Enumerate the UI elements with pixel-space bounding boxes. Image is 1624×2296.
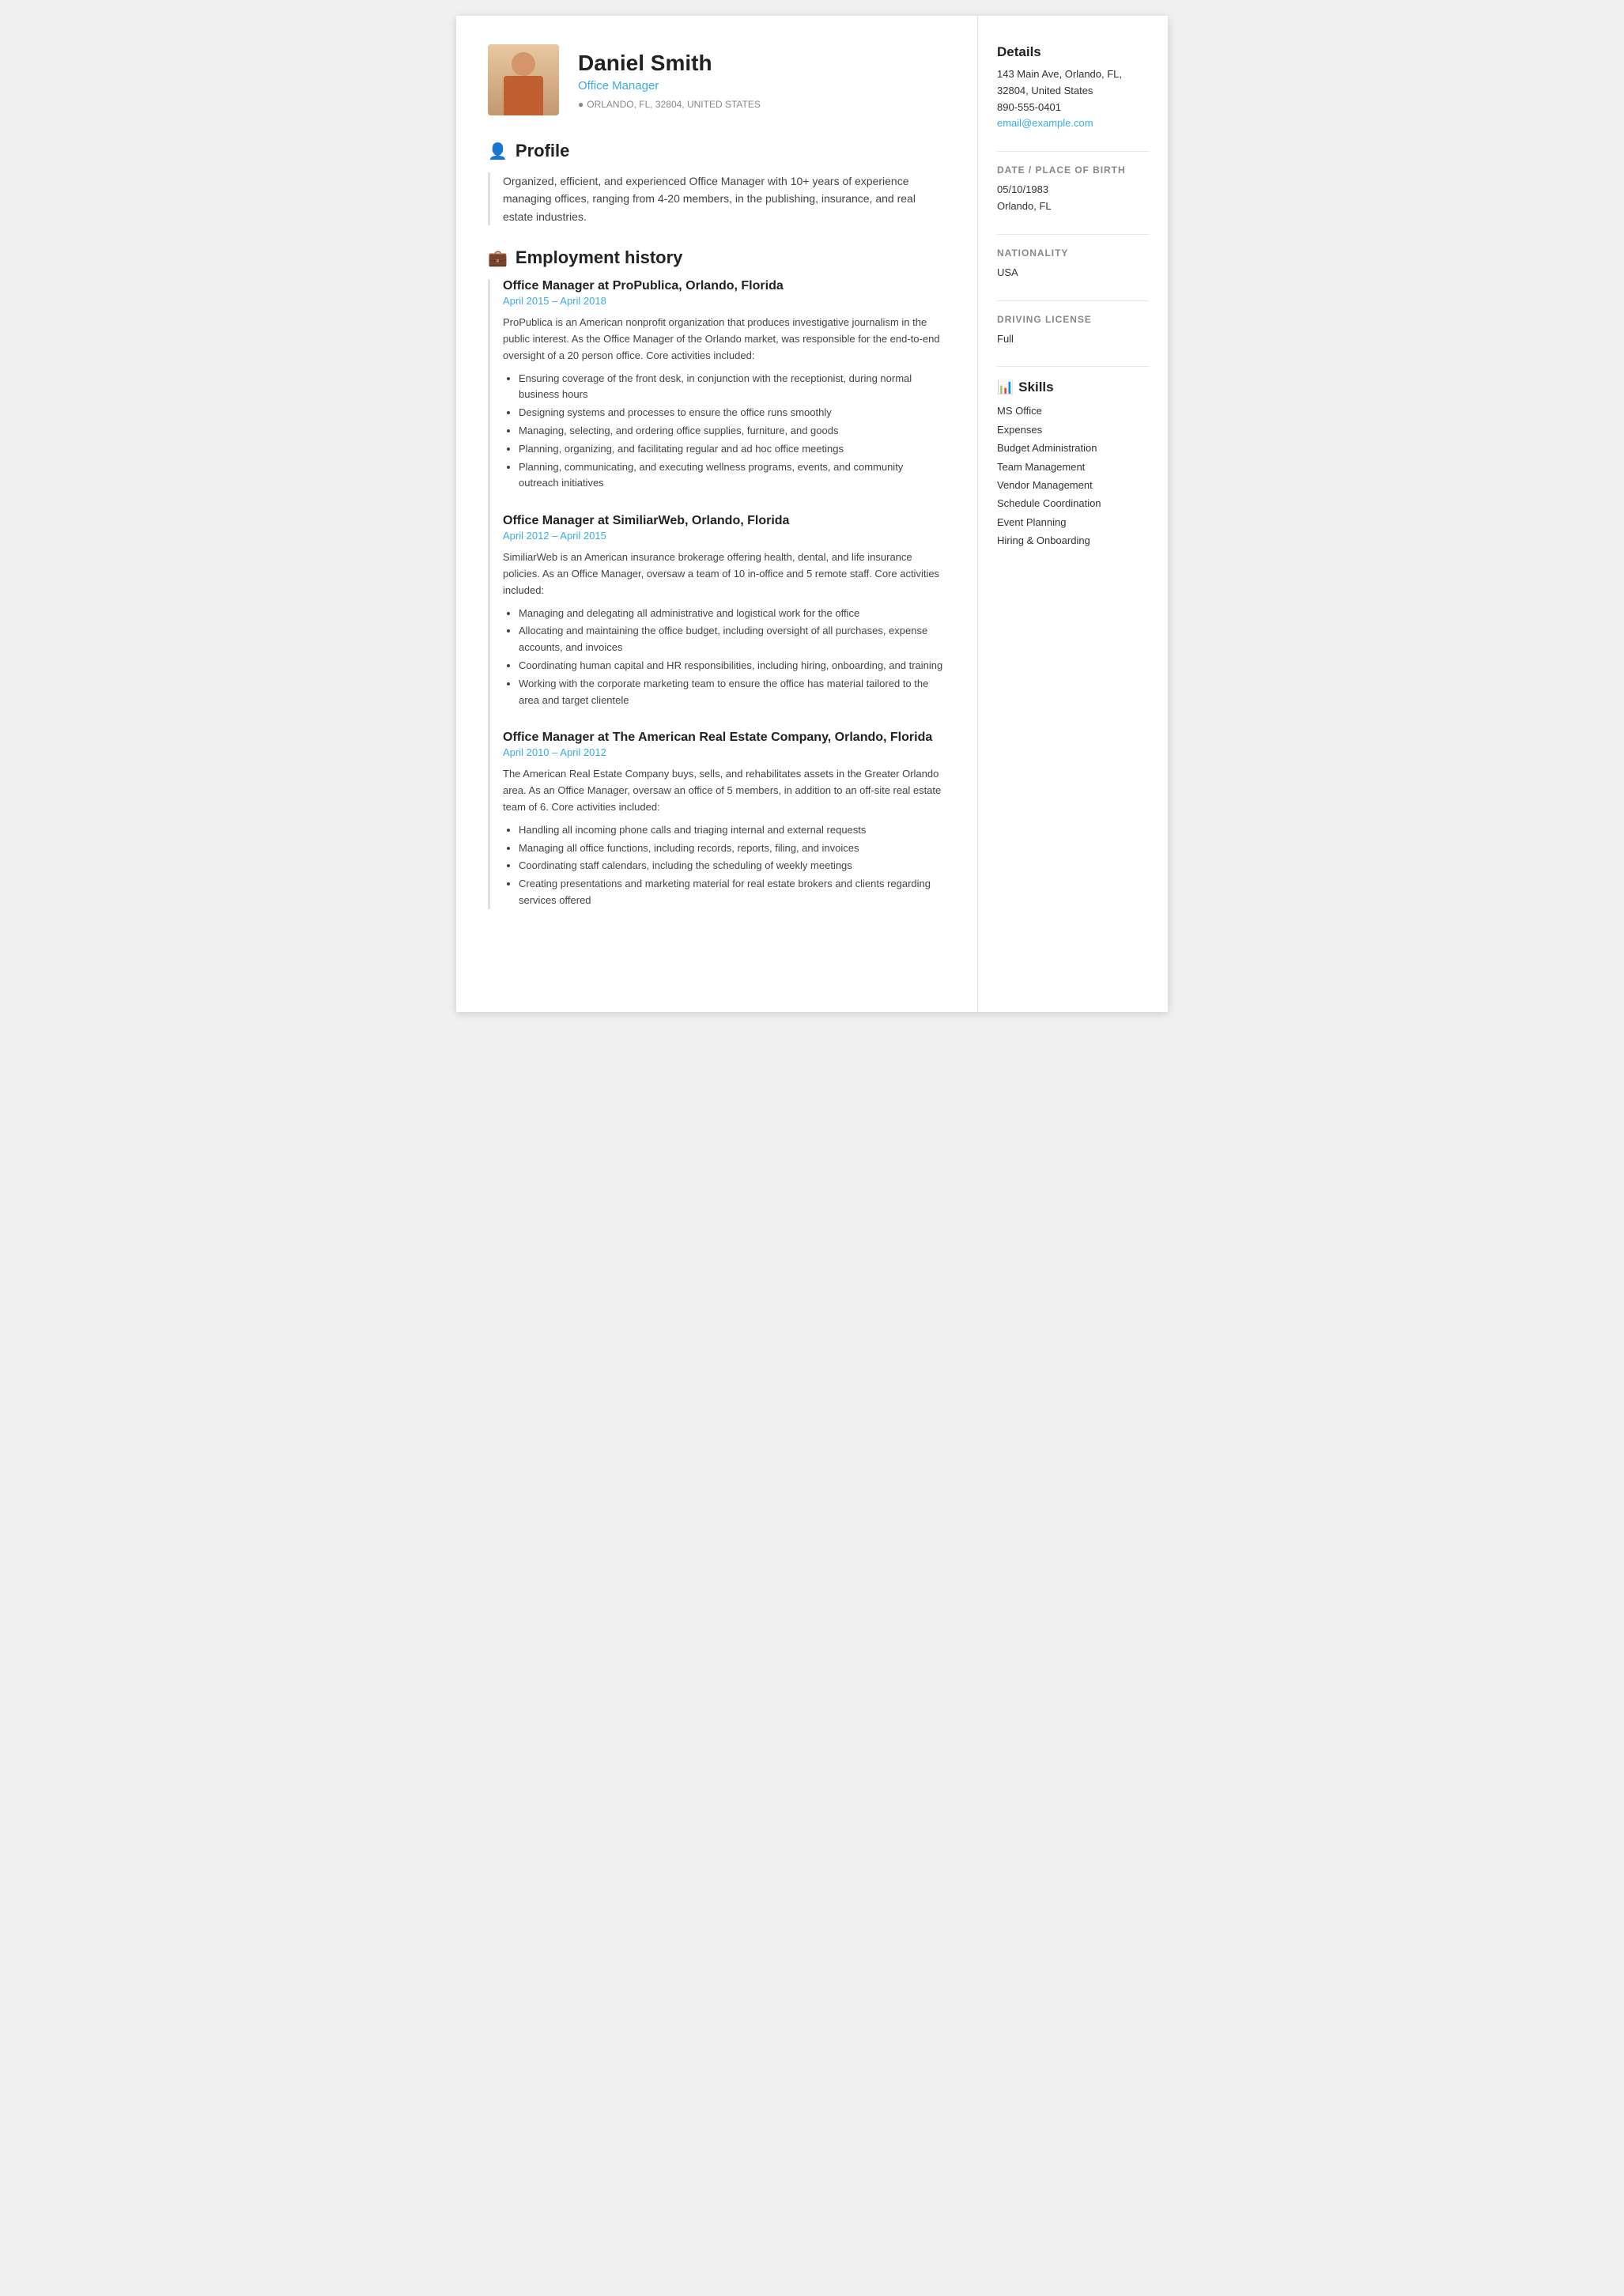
skills-title: 📊 Skills [997,380,1149,395]
candidate-location: ● ORLANDO, FL, 32804, UNITED STATES [578,99,946,110]
bullet-item: Planning, communicating, and executing w… [519,459,946,493]
location-pin-icon: ● [578,99,584,110]
job-dates-3: April 2010 – April 2012 [503,746,946,758]
skill-8: Hiring & Onboarding [997,531,1149,549]
job-dates-1: April 2015 – April 2018 [503,295,946,307]
resume-document: Daniel Smith Office Manager ● ORLANDO, F… [456,16,1168,1012]
bullet-item: Coordinating staff calendars, including … [519,858,946,874]
divider-4 [997,366,1149,367]
divider-1 [997,151,1149,152]
email: email@example.com [997,115,1149,132]
job-desc-2: SimiliarWeb is an American insurance bro… [503,549,946,599]
dob-section: DATE / PLACE OF BIRTH 05/10/1983 Orlando… [997,164,1149,215]
job-entry-2: Office Manager at SimiliarWeb, Orlando, … [503,514,946,708]
bullet-item: Ensuring coverage of the front desk, in … [519,371,946,404]
sidebar-column: Details 143 Main Ave, Orlando, FL, 32804… [978,16,1168,1012]
job-bullets-1: Ensuring coverage of the front desk, in … [503,371,946,493]
job-title-3: Office Manager at The American Real Esta… [503,731,946,745]
bullet-item: Managing all office functions, including… [519,840,946,857]
skills-bar-icon: 📊 [997,380,1014,395]
skill-1: MS Office [997,402,1149,420]
skill-3: Budget Administration [997,439,1149,457]
job-dates-2: April 2012 – April 2015 [503,530,946,542]
job-entry-1: Office Manager at ProPublica, Orlando, F… [503,279,946,492]
bullet-item: Managing, selecting, and ordering office… [519,423,946,440]
phone: 890-555-0401 [997,100,1149,116]
driving-value: Full [997,331,1149,348]
driving-section: DRIVING LICENSE Full [997,314,1149,348]
profile-text: Organized, efficient, and experienced Of… [503,172,946,225]
skill-5: Vendor Management [997,476,1149,494]
bullet-item: Creating presentations and marketing mat… [519,876,946,909]
nationality-value: USA [997,265,1149,281]
resume-header: Daniel Smith Office Manager ● ORLANDO, F… [488,44,946,115]
profile-icon: 👤 [488,142,508,161]
job-bullets-2: Managing and delegating all administrati… [503,606,946,709]
skill-7: Event Planning [997,513,1149,531]
skill-6: Schedule Coordination [997,494,1149,512]
candidate-name: Daniel Smith [578,51,946,76]
divider-3 [997,300,1149,301]
nationality-section: NATIONALITY USA [997,247,1149,281]
employment-section: 💼 Employment history Office Manager at P… [488,247,946,909]
skill-4: Team Management [997,458,1149,476]
job-bullets-3: Handling all incoming phone calls and tr… [503,822,946,909]
avatar [488,44,559,115]
candidate-job-title: Office Manager [578,79,946,93]
bullet-item: Allocating and maintaining the office bu… [519,623,946,656]
address: 143 Main Ave, Orlando, FL, 32804, United… [997,66,1149,100]
briefcase-icon: 💼 [488,248,508,268]
nationality-label: NATIONALITY [997,247,1149,259]
employment-content: Office Manager at ProPublica, Orlando, F… [488,279,946,909]
job-entry-3: Office Manager at The American Real Esta… [503,731,946,908]
main-column: Daniel Smith Office Manager ● ORLANDO, F… [456,16,978,1012]
dob-place: Orlando, FL [997,198,1149,215]
dob-label: DATE / PLACE OF BIRTH [997,164,1149,176]
header-info: Daniel Smith Office Manager ● ORLANDO, F… [578,51,946,110]
profile-section: 👤 Profile Organized, efficient, and expe… [488,141,946,225]
bullet-item: Designing systems and processes to ensur… [519,405,946,421]
details-section: Details 143 Main Ave, Orlando, FL, 32804… [997,44,1149,132]
job-desc-1: ProPublica is an American nonprofit orga… [503,315,946,364]
skill-2: Expenses [997,421,1149,439]
profile-section-title: 👤 Profile [488,141,946,161]
details-title: Details [997,44,1149,60]
bullet-item: Coordinating human capital and HR respon… [519,658,946,674]
job-title-1: Office Manager at ProPublica, Orlando, F… [503,279,946,293]
profile-content: Organized, efficient, and experienced Of… [488,172,946,225]
employment-section-title: 💼 Employment history [488,247,946,268]
bullet-item: Managing and delegating all administrati… [519,606,946,622]
bullet-item: Handling all incoming phone calls and tr… [519,822,946,839]
divider-2 [997,234,1149,235]
bullet-item: Working with the corporate marketing tea… [519,676,946,709]
bullet-item: Planning, organizing, and facilitating r… [519,441,946,458]
job-desc-3: The American Real Estate Company buys, s… [503,766,946,815]
dob-value: 05/10/1983 [997,182,1149,198]
job-title-2: Office Manager at SimiliarWeb, Orlando, … [503,514,946,528]
skills-section: 📊 Skills MS Office Expenses Budget Admin… [997,380,1149,549]
driving-label: DRIVING LICENSE [997,314,1149,325]
